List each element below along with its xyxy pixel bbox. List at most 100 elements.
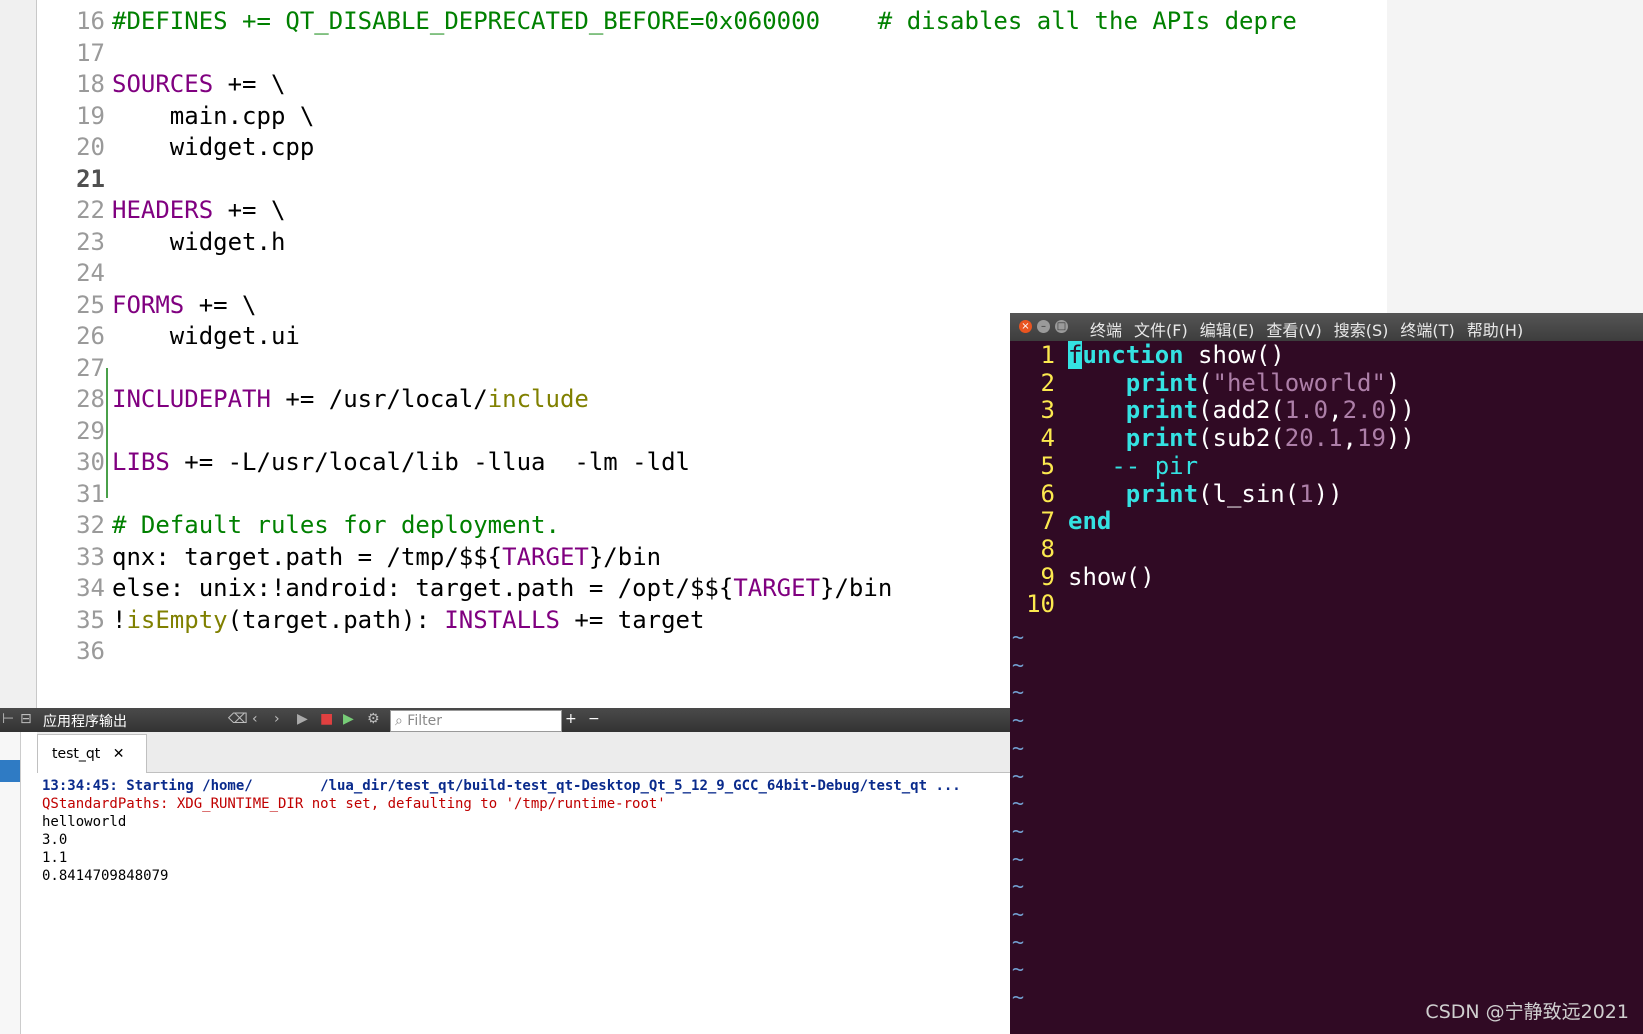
vim-empty-line-tilde: ~	[1012, 680, 1025, 705]
vim-line-source: show()	[1055, 563, 1155, 591]
code-token: show()	[1183, 341, 1285, 369]
vim-line[interactable]: 8	[1010, 535, 1068, 564]
code-line[interactable]: 28 INCLUDEPATH += /usr/local/include	[37, 383, 589, 416]
vim-line[interactable]: 9 show()	[1010, 563, 1155, 592]
tab-label: test_qt	[52, 746, 101, 762]
code-token: unction	[1082, 341, 1184, 369]
code-token: (l_sin(	[1198, 479, 1300, 508]
prev-icon[interactable]: ‹	[252, 711, 258, 727]
vim-line[interactable]: 1 function show()	[1010, 341, 1285, 370]
line-number: 23	[76, 227, 105, 256]
code-token: 1.0	[1284, 396, 1329, 425]
code-line[interactable]: 16 #DEFINES += QT_DISABLE_DEPRECATED_BEFO…	[37, 5, 1297, 38]
output-line: 13:34:45: Starting /home/ /lua_dir/test_…	[42, 778, 961, 794]
gear-icon[interactable]: ⚙	[367, 711, 380, 727]
line-source: HEADERS += \	[105, 196, 285, 224]
code-line[interactable]: 17	[37, 37, 112, 70]
terminal-menu-item[interactable]: 查看(V)	[1266, 321, 1321, 340]
code-token: ,	[1342, 424, 1357, 453]
code-token: widget.cpp	[112, 133, 315, 161]
code-line[interactable]: 31	[37, 478, 112, 511]
vim-line[interactable]: 2 print("helloworld")	[1010, 369, 1401, 398]
next-icon[interactable]: ›	[274, 711, 280, 727]
code-line[interactable]: 25 FORMS += \	[37, 289, 257, 322]
code-line[interactable]: 34 else: unix:!android: target.path = /op…	[37, 572, 892, 605]
output-left-gutter	[0, 732, 21, 1034]
search-icon: ⌕	[395, 713, 403, 729]
code-line[interactable]: 22 HEADERS += \	[37, 194, 285, 227]
clear-output-icon[interactable]: ⌫	[228, 711, 248, 727]
line-number: 31	[76, 479, 105, 508]
vim-empty-line-tilde: ~	[1012, 763, 1025, 788]
code-line[interactable]: 32 # Default rules for deployment.	[37, 509, 560, 542]
filter-input[interactable]: ⌕ Filter	[390, 710, 562, 732]
terminal-menu-item[interactable]: 文件(F)	[1134, 321, 1188, 340]
terminal-window[interactable]: × – □ 终端 文件(F) 编辑(E) 查看(V) 搜索(S) 终端(T) 帮助(H) 1…	[1010, 313, 1643, 1034]
code-line[interactable]: 23 widget.h	[37, 226, 285, 259]
code-line[interactable]: 27	[37, 352, 112, 385]
code-line[interactable]: 30 LIBS += -L/usr/local/lib -llua -lm -ld…	[37, 446, 690, 479]
code-token: 20.1	[1284, 424, 1343, 453]
application-output[interactable]: 13:34:45: Starting /home/ /lua_dir/test_…	[37, 773, 1010, 1034]
collapse-icon[interactable]: ⊟	[20, 711, 32, 727]
terminal-menu-item[interactable]: 搜索(S)	[1334, 321, 1389, 340]
code-line[interactable]: 19 main.cpp \	[37, 100, 314, 133]
close-icon[interactable]: ×	[1019, 320, 1032, 333]
line-source: FORMS += \	[105, 291, 257, 319]
vim-empty-line-tilde: ~	[1012, 874, 1025, 899]
line-number: 20	[76, 133, 105, 161]
terminal-menu-item[interactable]: 帮助(H)	[1467, 321, 1524, 340]
line-source: #DEFINES += QT_DISABLE_DEPRECATED_BEFORE…	[105, 7, 1297, 35]
gutter-selection-marker	[0, 760, 20, 782]
code-line[interactable]: 21	[37, 163, 112, 196]
minimize-pane-icon[interactable]: −	[588, 711, 600, 727]
code-line[interactable]: 24	[37, 257, 112, 290]
vim-line[interactable]: 10	[1010, 590, 1068, 619]
add-icon[interactable]: +	[565, 711, 577, 727]
vim-line[interactable]: 6 print(l_sin(1))	[1010, 480, 1343, 509]
line-number: 16	[76, 7, 105, 35]
vim-line-number: 7	[1040, 507, 1055, 536]
code-line[interactable]: 18 SOURCES += \	[37, 68, 285, 101]
terminal-menu-item[interactable]: 编辑(E)	[1200, 321, 1255, 340]
terminal-menu-item[interactable]: 终端(T)	[1400, 321, 1454, 340]
vim-buffer[interactable]: 1 function show() 2 print("helloworld") 3 p…	[1010, 341, 1643, 1034]
code-token: }/bin	[820, 574, 893, 602]
vim-empty-line-tilde: ~	[1012, 957, 1025, 982]
close-icon[interactable]: ✕	[105, 746, 125, 762]
run-icon[interactable]: ▶	[297, 711, 308, 727]
vim-empty-line-tilde: ~	[1012, 846, 1025, 871]
vim-line[interactable]: 3 print(add2(1.0,2.0))	[1010, 396, 1415, 425]
attach-debugger-icon[interactable]: ▶	[343, 711, 354, 727]
code-token: qnx: target.path = /tmp/$${	[112, 542, 503, 571]
code-line[interactable]: 35 !isEmpty(target.path): INSTALLS += tar…	[37, 604, 704, 637]
vim-empty-line-tilde: ~	[1012, 652, 1025, 677]
terminal-menu-item[interactable]: 终端	[1090, 321, 1122, 340]
minimize-icon[interactable]: –	[1037, 320, 1050, 333]
vim-empty-line-tilde: ~	[1012, 625, 1025, 649]
line-source	[105, 637, 112, 665]
code-line[interactable]: 26 widget.ui	[37, 320, 300, 353]
output-pane-title: 应用程序输出	[43, 714, 127, 730]
tab-test-qt[interactable]: test_qt ✕	[37, 734, 147, 773]
vim-line-number: 4	[1040, 424, 1055, 453]
terminal-menu-bar: 终端 文件(F) 编辑(E) 查看(V) 搜索(S) 终端(T) 帮助(H)	[1090, 317, 1535, 341]
line-number: 18	[76, 70, 105, 98]
vim-line[interactable]: 5 -- pir	[1010, 452, 1199, 481]
code-line[interactable]: 29	[37, 415, 112, 448]
code-line[interactable]: 36	[37, 635, 112, 668]
vim-line[interactable]: 4 print(sub2(20.1,19))	[1010, 424, 1415, 453]
split-icon[interactable]: ⊢	[2, 711, 14, 727]
stop-icon[interactable]: ■	[320, 711, 333, 727]
output-line: QStandardPaths: XDG_RUNTIME_DIR not set,…	[42, 796, 666, 812]
code-line[interactable]: 33 qnx: target.path = /tmp/$${TARGET}/bin	[37, 541, 661, 574]
maximize-icon[interactable]: □	[1055, 320, 1068, 333]
vim-line-source	[1055, 590, 1068, 618]
vim-line[interactable]: 7 end	[1010, 507, 1112, 536]
code-token: ))	[1385, 396, 1415, 425]
line-source	[105, 259, 112, 287]
code-token: (add2(	[1198, 396, 1285, 425]
code-line[interactable]: 20 widget.cpp	[37, 131, 314, 164]
